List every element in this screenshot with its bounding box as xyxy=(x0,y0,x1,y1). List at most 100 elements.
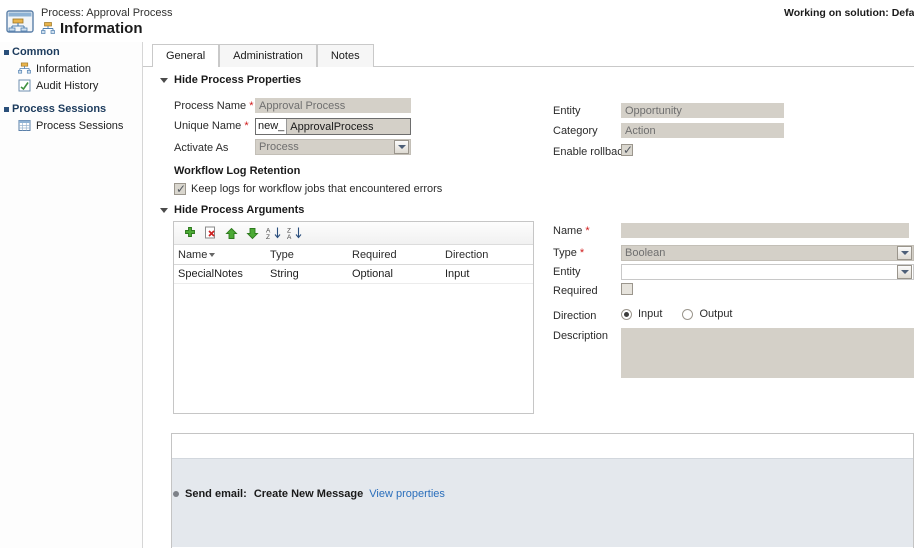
field-value: Opportunity xyxy=(625,105,682,117)
column-header-required[interactable]: Required xyxy=(352,249,445,261)
arguments-toolbar: A Z Z A xyxy=(174,222,533,245)
sort-indicator-icon xyxy=(209,252,216,257)
column-label: Name xyxy=(178,248,208,261)
collapse-marker-icon[interactable] xyxy=(4,107,9,112)
audit-history-icon xyxy=(18,79,31,92)
step-bullet-icon xyxy=(173,491,179,497)
view-properties-link[interactable]: View properties xyxy=(369,488,445,500)
step-row[interactable]: Send email: Create New Message View prop… xyxy=(161,458,913,547)
svg-text:A: A xyxy=(287,234,292,240)
sort-ascending-button[interactable]: A Z xyxy=(266,226,281,241)
argument-entity-dropdown[interactable] xyxy=(621,264,914,280)
section-label: Hide Process Properties xyxy=(174,74,302,86)
argument-description-textarea[interactable] xyxy=(621,328,914,378)
radio-input[interactable] xyxy=(621,308,632,320)
keep-logs-checkbox[interactable]: ✓ xyxy=(174,182,187,196)
checkmark-icon: ✓ xyxy=(623,143,634,157)
column-header-type[interactable]: Type xyxy=(270,249,352,261)
tab-label: Notes xyxy=(330,50,360,62)
activate-as-dropdown[interactable]: Process xyxy=(255,139,411,155)
unique-name-input[interactable]: new_ ApprovalProcess xyxy=(255,118,411,135)
enable-rollback-checkbox[interactable]: ✓ xyxy=(621,144,633,156)
radio-input-label: Input xyxy=(638,308,663,320)
radio-output-label: Output xyxy=(699,308,733,320)
delete-argument-button[interactable] xyxy=(203,226,218,241)
svg-text:Z: Z xyxy=(266,234,270,240)
keep-logs-label: Keep logs for workflow jobs that encount… xyxy=(191,183,443,195)
field-value: Approval Process xyxy=(259,100,346,112)
checkmark-icon: ✓ xyxy=(176,182,187,196)
form-tab-strip: General Administration Notes xyxy=(143,43,914,68)
column-header-name[interactable]: Name xyxy=(178,249,270,261)
column-header-direction[interactable]: Direction xyxy=(445,249,529,261)
left-navigation-pane: Common Information Audit History Process… xyxy=(0,42,143,548)
move-up-button[interactable] xyxy=(224,226,239,241)
label-text: Process Name xyxy=(174,100,247,112)
label-unique-name: Unique Name * xyxy=(174,120,249,132)
table-row[interactable]: SpecialNotes String Optional Input xyxy=(174,265,533,284)
required-asterisk: * xyxy=(582,225,590,237)
tab-notes[interactable]: Notes xyxy=(316,44,374,67)
grid-icon xyxy=(18,119,31,132)
move-down-button[interactable] xyxy=(245,226,260,241)
nav-group-common: Common xyxy=(0,42,142,60)
label-activate-as: Activate As xyxy=(174,142,228,154)
category-input[interactable]: Action xyxy=(621,123,784,138)
collapse-marker-icon[interactable] xyxy=(4,50,9,55)
steps-toolbar-spacer xyxy=(161,434,913,458)
sidebar-item-information[interactable]: Information xyxy=(0,60,142,77)
sidebar-item-process-sessions[interactable]: Process Sessions xyxy=(0,117,142,134)
step-name: Create New Message xyxy=(253,488,364,500)
cell-direction: Input xyxy=(445,268,470,280)
label-category: Category xyxy=(553,125,598,137)
argument-required-checkbox[interactable] xyxy=(621,283,633,295)
sort-descending-button[interactable]: Z A xyxy=(287,226,302,241)
nav-group-process-sessions: Process Sessions xyxy=(0,99,142,117)
nav-group-label: Process Sessions xyxy=(12,103,107,115)
argument-name-input[interactable] xyxy=(621,223,909,238)
label-text: Required xyxy=(553,285,598,297)
solution-context-label: Working on solution: Default So xyxy=(784,7,914,19)
dropdown-value: Boolean xyxy=(625,247,666,259)
section-toggle-process-properties[interactable]: Hide Process Properties xyxy=(160,74,301,86)
tab-administration[interactable]: Administration xyxy=(219,44,317,67)
section-toggle-process-arguments[interactable]: Hide Process Arguments xyxy=(160,204,304,216)
add-argument-button[interactable] xyxy=(182,226,197,241)
crm-process-form-window: Process: Approval Process Information Wo… xyxy=(0,0,914,548)
cell-required: Optional xyxy=(352,268,393,280)
label-process-name: Process Name * xyxy=(174,100,253,112)
chevron-down-icon[interactable] xyxy=(394,140,409,154)
tab-general[interactable]: General xyxy=(152,44,220,68)
label-text: Name xyxy=(553,225,583,237)
label-argument-description: Description xyxy=(553,330,608,342)
page-title: Information xyxy=(60,20,143,37)
argument-direction-radio-group: Input Output xyxy=(621,308,733,320)
label-text: Entity xyxy=(553,105,581,117)
section-label: Hide Process Arguments xyxy=(174,204,305,216)
label-text: Unique Name xyxy=(174,120,242,132)
process-name-input[interactable]: Approval Process xyxy=(255,98,411,113)
sidebar-item-audit-history[interactable]: Audit History xyxy=(0,77,142,94)
nav-group-label: Common xyxy=(12,46,60,58)
unique-name-value: ApprovalProcess xyxy=(290,120,374,133)
label-argument-direction: Direction xyxy=(553,310,596,322)
chevron-down-icon[interactable] xyxy=(897,265,912,279)
workflow-log-retention-heading: Workflow Log Retention xyxy=(174,165,300,177)
page-header: Process: Approval Process Information Wo… xyxy=(0,0,914,42)
process-node-icon xyxy=(41,22,55,35)
radio-output[interactable] xyxy=(682,308,694,320)
entity-input[interactable]: Opportunity xyxy=(621,103,784,118)
keep-logs-checkbox-row[interactable]: ✓ Keep logs for workflow jobs that encou… xyxy=(174,182,443,196)
label-argument-type: Type * xyxy=(553,247,584,259)
label-argument-name: Name * xyxy=(553,225,590,237)
cell-name: SpecialNotes xyxy=(178,268,243,280)
chevron-down-icon xyxy=(160,77,168,83)
required-asterisk: * xyxy=(576,247,585,259)
argument-type-dropdown[interactable]: Boolean xyxy=(621,245,914,261)
unique-name-prefix: new_ xyxy=(256,119,288,134)
sidebar-item-label: Information xyxy=(36,62,92,75)
label-text: Category xyxy=(553,125,598,137)
chevron-down-icon[interactable] xyxy=(897,246,912,260)
label-entity: Entity xyxy=(553,105,581,117)
field-value: Action xyxy=(625,125,656,137)
